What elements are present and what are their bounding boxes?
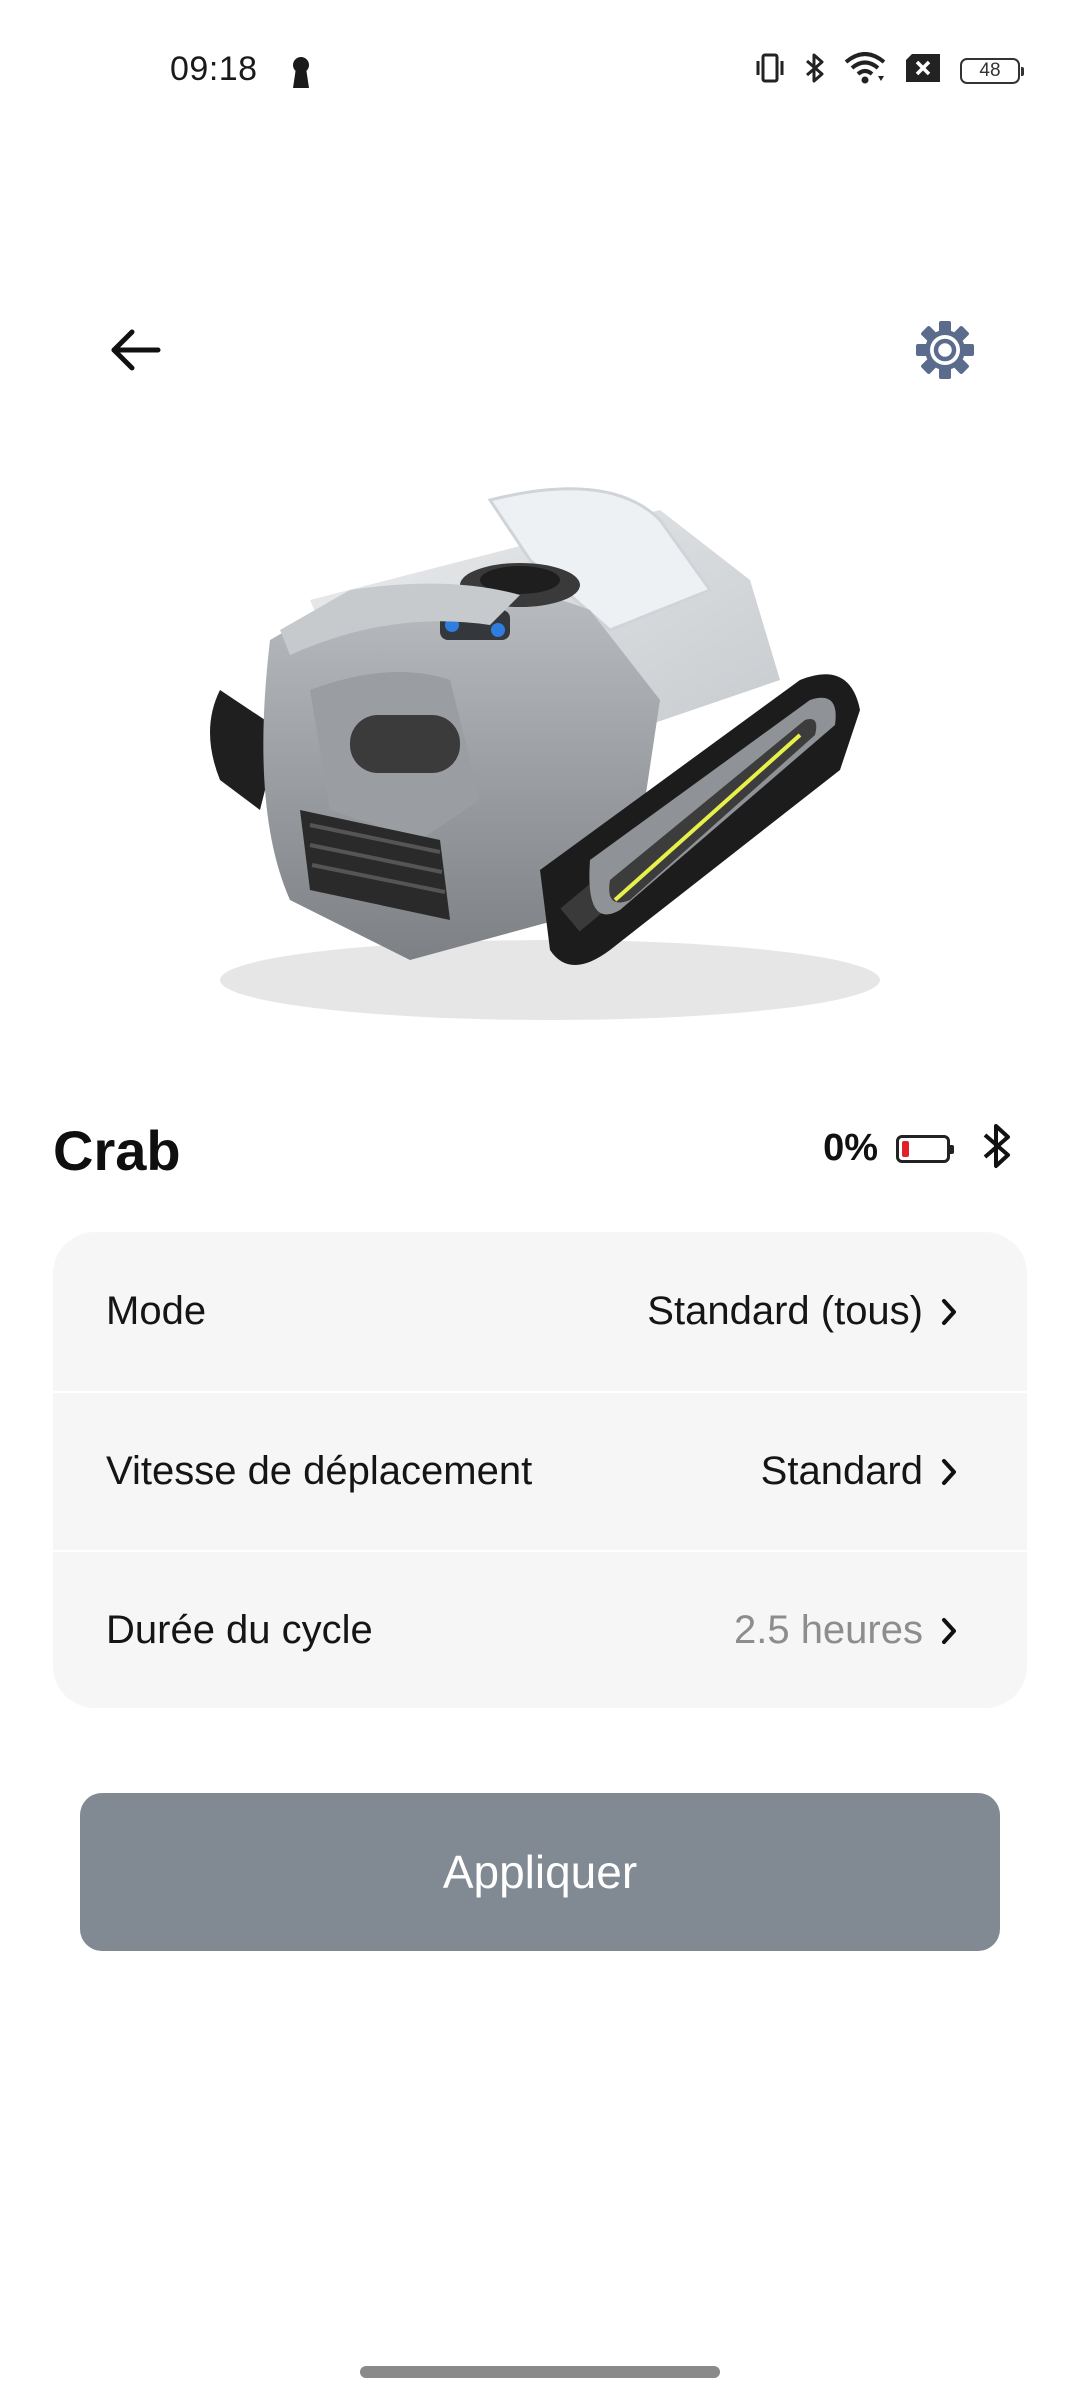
battery-icon: 48 xyxy=(960,57,1024,84)
robot-image xyxy=(190,480,890,1040)
no-sim-icon xyxy=(904,53,942,88)
setting-row-cycle-duration[interactable]: Durée du cycle 2.5 heures xyxy=(53,1550,1027,1708)
keyhole-icon xyxy=(290,56,312,93)
chevron-right-icon xyxy=(942,1617,956,1644)
setting-row-mode[interactable]: Mode Standard (tous) xyxy=(53,1232,1027,1391)
apply-button[interactable]: Appliquer xyxy=(80,1793,1000,1951)
wifi-icon xyxy=(844,52,886,89)
setting-label: Mode xyxy=(106,1289,207,1333)
gear-icon xyxy=(916,321,974,379)
arrow-left-icon xyxy=(111,329,161,371)
setting-label: Vitesse de déplacement xyxy=(106,1449,533,1493)
back-button[interactable] xyxy=(100,315,170,385)
bluetooth-icon xyxy=(804,52,826,89)
vibrate-icon xyxy=(754,53,786,88)
setting-value: Standard (tous) xyxy=(647,1289,923,1333)
device-status: 0% xyxy=(823,1122,1012,1175)
setting-value: 2.5 heures xyxy=(733,1608,923,1652)
battery-percent: 0% xyxy=(823,1127,878,1169)
battery-low-icon xyxy=(896,1134,954,1163)
status-battery-level: 48 xyxy=(979,59,1001,81)
settings-button[interactable] xyxy=(905,310,985,390)
settings-card: Mode Standard (tous) Vitesse de déplacem… xyxy=(53,1232,1027,1708)
status-time: 09:18 xyxy=(170,50,258,88)
device-name: Crab xyxy=(53,1119,181,1182)
chevron-right-icon xyxy=(942,1298,956,1325)
chevron-right-icon xyxy=(942,1458,956,1485)
bluetooth-icon xyxy=(982,1122,1012,1175)
setting-row-speed[interactable]: Vitesse de déplacement Standard xyxy=(53,1391,1027,1550)
setting-label: Durée du cycle xyxy=(106,1608,373,1652)
status-icons: 48 xyxy=(754,52,1024,89)
home-indicator[interactable] xyxy=(360,2366,720,2378)
setting-value: Standard xyxy=(760,1449,923,1493)
